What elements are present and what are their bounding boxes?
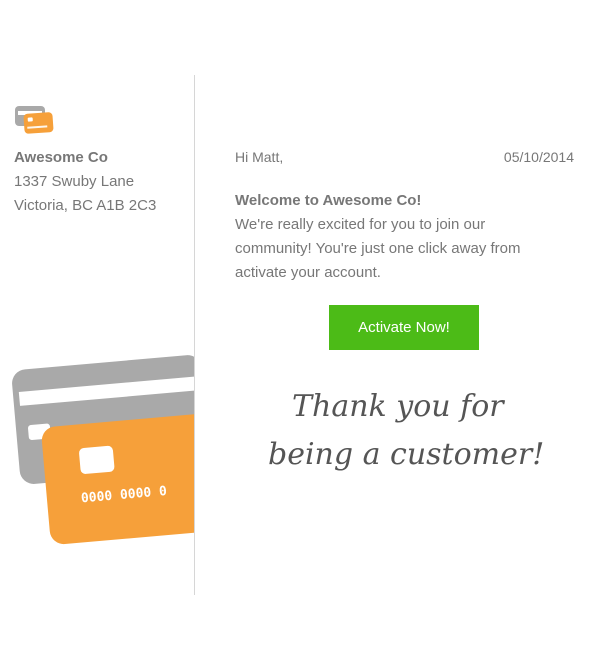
signature-line-2: being a customer! <box>268 437 544 472</box>
vertical-divider <box>194 75 195 595</box>
activate-now-button[interactable]: Activate Now! <box>329 305 479 350</box>
address-line-2: Victoria, BC A1B 2C3 <box>14 197 157 214</box>
welcome-title: Welcome to Awesome Co! <box>235 192 422 209</box>
address-line-1: 1337 Swuby Lane <box>14 173 135 190</box>
signature-line-1: Thank you for <box>292 389 505 424</box>
thank-you-signature: Thank you for being a customer! <box>258 380 558 505</box>
welcome-body: We're really excited for you to join our… <box>235 216 521 281</box>
email-date: 05/10/2014 <box>503 149 574 165</box>
greeting: Hi Matt, <box>235 149 284 165</box>
company-name: Awesome Co <box>14 149 108 166</box>
credit-cards-icon <box>14 105 54 140</box>
credit-cards-illustration: 0000 0000 0 <box>0 345 194 550</box>
sender-sidebar: Awesome Co 1337 Swuby Lane Victoria, BC … <box>0 75 194 595</box>
